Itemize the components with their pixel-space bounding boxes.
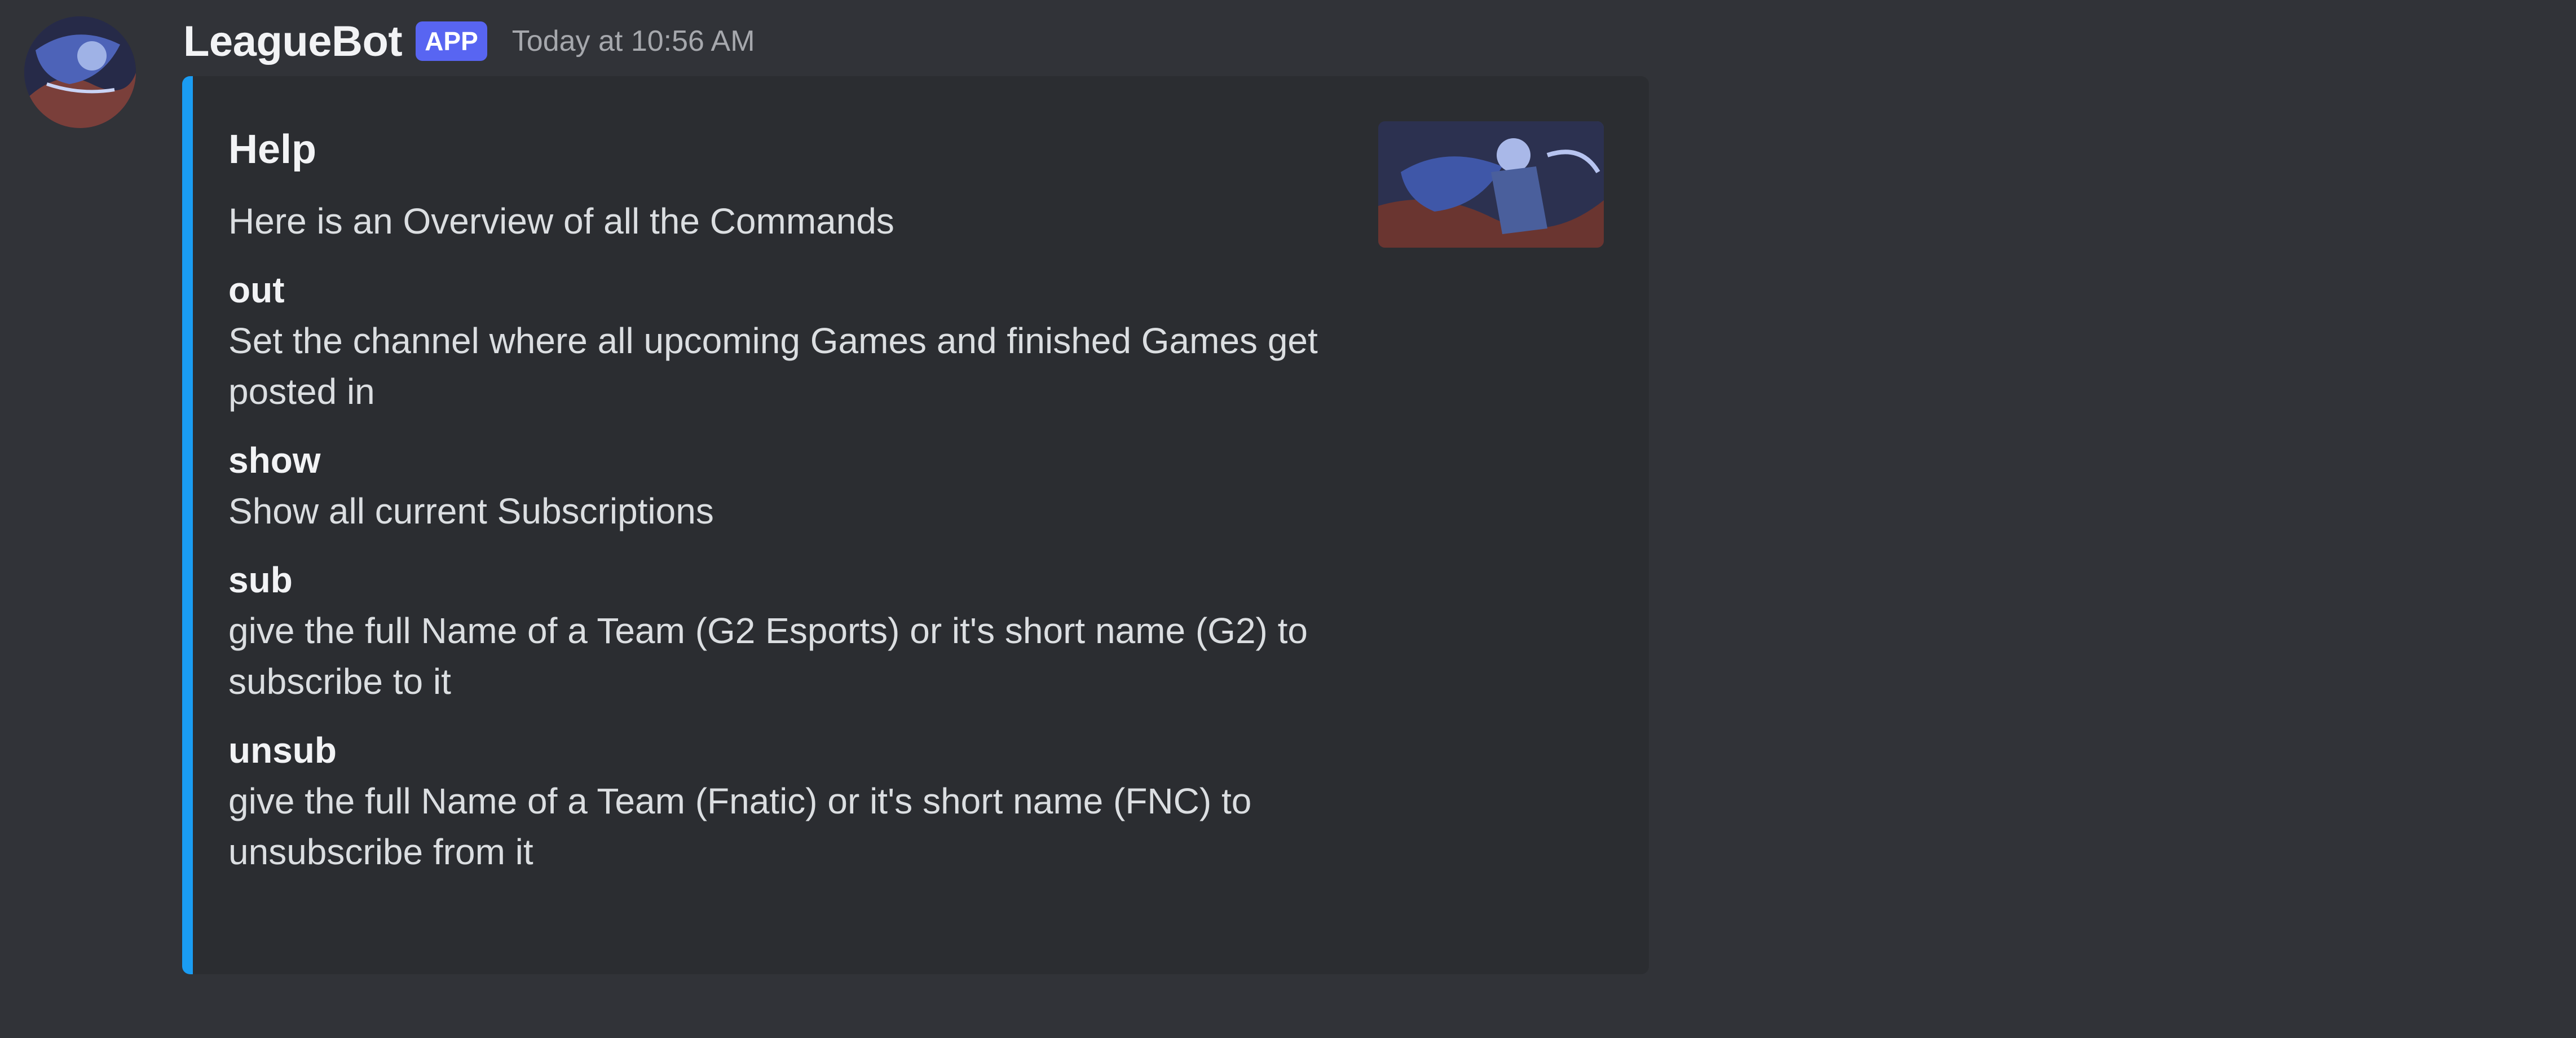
author-name[interactable]: LeagueBot <box>183 17 403 66</box>
embed-accent-bar <box>182 76 193 974</box>
field-name: sub <box>228 560 293 600</box>
field-value: give the full Name of a Team (G2 Esports… <box>228 610 1308 702</box>
thumbnail-image-icon <box>1378 121 1604 248</box>
app-badge: APP <box>416 21 487 61</box>
embed-title: Help <box>228 127 317 172</box>
message-header: LeagueBot APP Today at 10:56 AM <box>183 10 755 72</box>
help-embed: Help Here is an Overview of all the Comm… <box>182 76 1649 974</box>
field-value: Show all current Subscriptions <box>228 491 714 531</box>
chat-message: LeagueBot APP Today at 10:56 AM Help Her… <box>0 0 2576 1038</box>
field-name: unsub <box>228 730 337 771</box>
message-timestamp[interactable]: Today at 10:56 AM <box>512 24 755 58</box>
field-name: out <box>228 270 285 310</box>
embed-content: Help Here is an Overview of all the Comm… <box>228 121 1384 877</box>
field-name: show <box>228 440 321 481</box>
embed-description: Here is an Overview of all the Commands <box>228 201 894 241</box>
embed-thumbnail[interactable] <box>1378 121 1604 248</box>
bot-avatar[interactable] <box>24 16 136 128</box>
field-unsub: unsub give the full Name of a Team (Fnat… <box>228 725 1384 877</box>
field-value: Set the channel where all upcoming Games… <box>228 320 1318 412</box>
field-out: out Set the channel where all upcoming G… <box>228 265 1384 417</box>
field-value: give the full Name of a Team (Fnatic) or… <box>228 781 1252 872</box>
avatar-image-icon <box>24 16 136 128</box>
field-show: show Show all current Subscriptions <box>228 435 1384 536</box>
field-sub: sub give the full Name of a Team (G2 Esp… <box>228 555 1384 707</box>
